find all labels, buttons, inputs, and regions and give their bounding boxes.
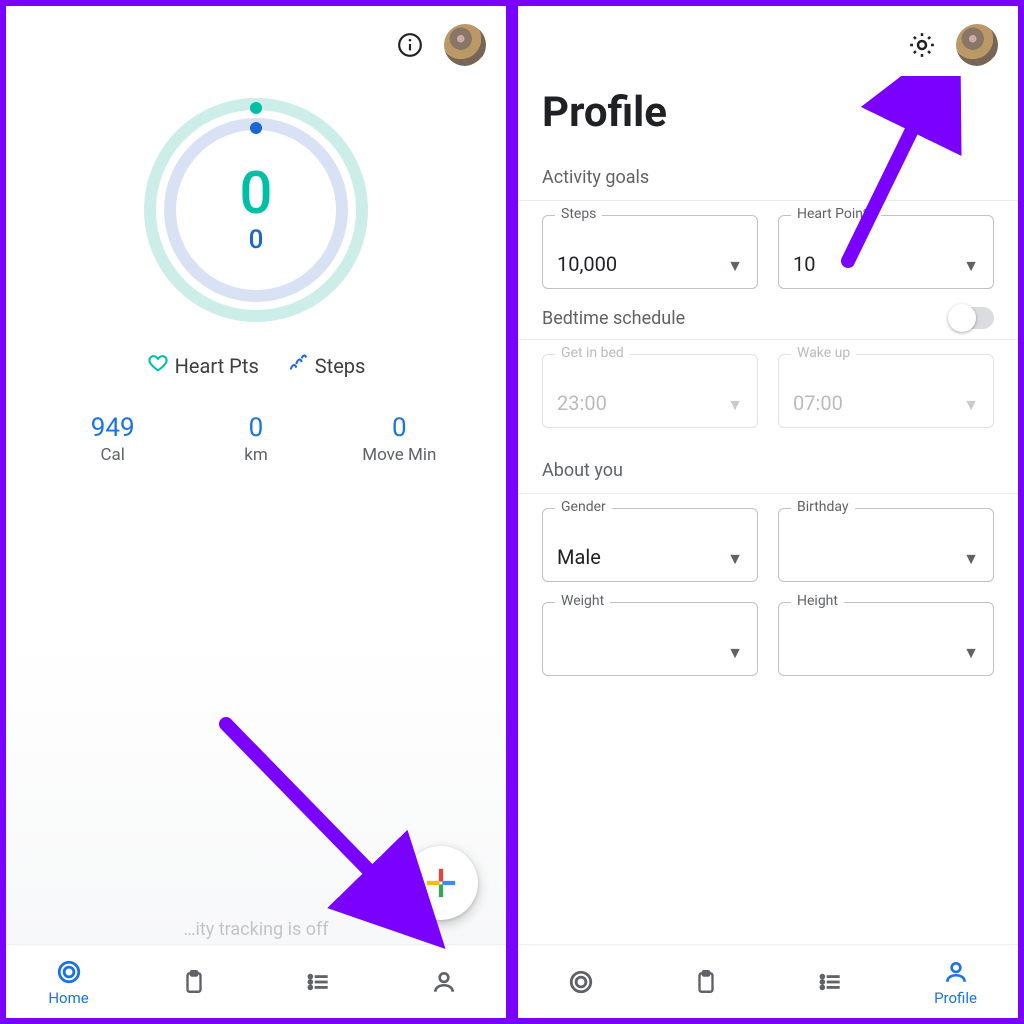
nav-journal[interactable] <box>643 945 768 1018</box>
page-title: Profile <box>542 88 994 137</box>
section-about-you: About you <box>542 460 994 481</box>
nav-browse[interactable] <box>256 945 381 1018</box>
ring-legend: Heart Pts Steps <box>147 352 366 379</box>
field-get-in-bed: Get in bed 23:00 ▼ <box>542 354 758 428</box>
clipboard-icon <box>179 967 209 997</box>
stat-cal[interactable]: 949 Cal <box>41 413 184 465</box>
chevron-down-icon: ▼ <box>963 643 979 663</box>
tracking-off-banner: …ity tracking is off <box>6 919 506 940</box>
steps-icon <box>287 352 309 379</box>
stat-movemin[interactable]: 0 Move Min <box>328 413 471 465</box>
nav-profile-label: Profile <box>934 989 977 1007</box>
divider <box>518 200 1018 201</box>
profile-topbar <box>518 6 1018 76</box>
avatar[interactable] <box>956 24 998 66</box>
activity-ring[interactable]: 0 0 <box>136 90 376 330</box>
home-ring-icon <box>566 967 596 997</box>
home-ring-icon <box>54 957 84 987</box>
nav-browse[interactable] <box>768 945 893 1018</box>
bedtime-toggle[interactable] <box>950 307 994 329</box>
chevron-down-icon: ▼ <box>963 549 979 569</box>
nav-journal[interactable] <box>131 945 256 1018</box>
legend-heart-label: Heart Pts <box>175 354 259 378</box>
list-icon <box>304 967 334 997</box>
list-icon <box>816 967 846 997</box>
chevron-down-icon: ▼ <box>727 549 743 569</box>
stats-row: 949 Cal 0 km 0 Move Min <box>41 413 471 465</box>
info-icon[interactable] <box>394 29 426 61</box>
avatar[interactable] <box>444 24 486 66</box>
home-topbar <box>6 6 506 76</box>
field-height[interactable]: Height ▼ <box>778 602 994 676</box>
field-wake-up: Wake up 07:00 ▼ <box>778 354 994 428</box>
nav-home[interactable]: Home <box>6 945 131 1018</box>
chevron-down-icon: ▼ <box>727 395 743 415</box>
chevron-down-icon: ▼ <box>727 643 743 663</box>
nav-profile[interactable]: Profile <box>893 945 1018 1018</box>
bottom-nav: Home <box>6 944 506 1018</box>
chevron-down-icon: ▼ <box>727 256 743 276</box>
gear-icon <box>907 30 937 60</box>
stat-km[interactable]: 0 km <box>184 413 327 465</box>
divider <box>518 493 1018 494</box>
field-gender[interactable]: Gender Male ▼ <box>542 508 758 582</box>
clipboard-icon <box>691 967 721 997</box>
ring-steps-value: 0 <box>249 225 264 255</box>
chevron-down-icon: ▼ <box>963 395 979 415</box>
bottom-nav: Profile <box>518 944 1018 1018</box>
section-activity-goals: Activity goals <box>542 167 994 188</box>
add-fab[interactable] <box>404 846 478 920</box>
settings-button[interactable] <box>906 29 938 61</box>
annotation-arrow-profile-tab <box>206 704 466 964</box>
nav-profile[interactable] <box>381 945 506 1018</box>
ring-heart-pts-value: 0 <box>240 165 273 223</box>
field-steps[interactable]: Steps 10,000 ▼ <box>542 215 758 289</box>
nav-home-label: Home <box>48 989 88 1007</box>
legend-steps-label: Steps <box>315 354 366 378</box>
section-bedtime: Bedtime schedule <box>542 308 685 329</box>
divider <box>518 339 1018 340</box>
heart-icon <box>147 352 169 379</box>
chevron-down-icon: ▼ <box>963 256 979 276</box>
person-icon <box>941 957 971 987</box>
field-birthday[interactable]: Birthday ▼ <box>778 508 994 582</box>
profile-content: Profile Activity goals Steps 10,000 ▼ He… <box>518 76 1018 944</box>
nav-home[interactable] <box>518 945 643 1018</box>
field-heart-points[interactable]: Heart Points 10 ▼ <box>778 215 994 289</box>
person-icon <box>429 967 459 997</box>
plus-icon <box>424 866 458 900</box>
field-weight[interactable]: Weight ▼ <box>542 602 758 676</box>
home-content: 0 0 Heart Pts <box>6 76 506 944</box>
